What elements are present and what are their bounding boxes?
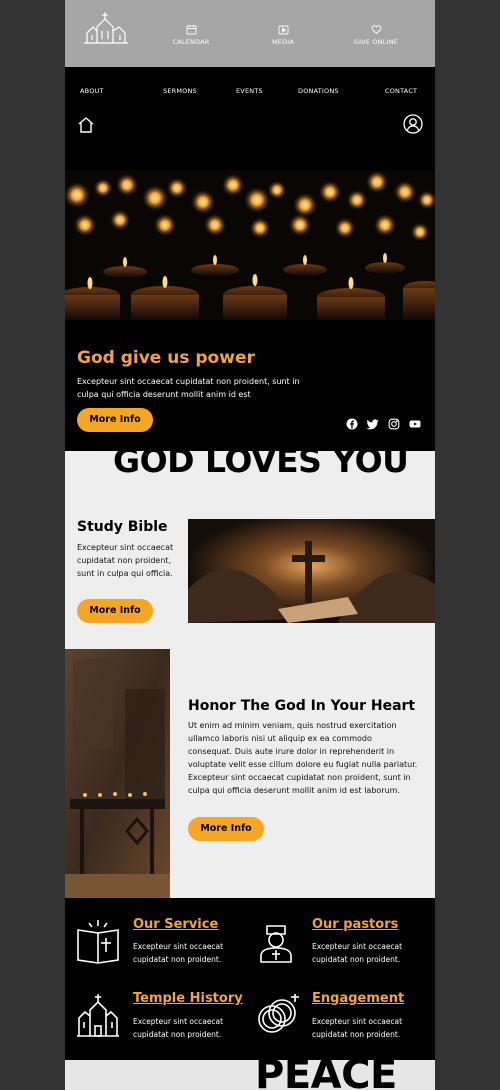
hero-more-info-button[interactable]: More Info — [77, 408, 153, 432]
home-icon[interactable] — [77, 116, 95, 134]
instagram-icon[interactable] — [388, 418, 400, 430]
nav-donations[interactable]: DONATIONS — [298, 87, 339, 95]
facebook-icon[interactable] — [346, 418, 358, 430]
topnav-calendar-label: CALENDAR — [172, 38, 210, 46]
peace-heading: PEACE — [255, 1052, 397, 1090]
slogan-heading: GOD LOVES YOU — [113, 441, 409, 480]
user-account-icon[interactable] — [403, 114, 423, 134]
feature-engagement-link[interactable]: Engagement — [312, 991, 404, 1006]
church-interior-image — [65, 649, 170, 898]
calendar-icon — [186, 25, 196, 35]
youtube-icon[interactable] — [409, 418, 421, 430]
feature-temple-history-link[interactable]: Temple History — [133, 991, 243, 1006]
hero-text: Excepteur sint occaecat cupidatat non pr… — [77, 377, 300, 399]
feature-our-pastors-link[interactable]: Our pastors — [312, 917, 398, 932]
topnav-give-online[interactable]: GIVE ONLINE — [336, 24, 416, 46]
media-play-icon — [278, 25, 288, 35]
nav-contact[interactable]: CONTACT — [385, 87, 417, 95]
topnav-media[interactable]: MEDIA — [243, 24, 323, 46]
honor-more-info-button[interactable]: More Info — [188, 817, 264, 841]
rings-icon — [258, 994, 299, 1033]
twitter-icon[interactable] — [367, 418, 379, 430]
nav-events[interactable]: EVENTS — [236, 87, 263, 95]
feature-temple-history-text: Excepteur sint occaecat cupidatat non pr… — [133, 1017, 224, 1039]
feature-our-service-text: Excepteur sint occaecat cupidatat non pr… — [133, 942, 224, 964]
nav-sermons[interactable]: SERMONS — [163, 87, 197, 95]
bible-icon — [77, 920, 119, 964]
temple-icon — [77, 994, 119, 1037]
topnav-calendar[interactable]: CALENDAR — [151, 24, 231, 46]
cross-hands-image — [188, 519, 435, 623]
candles-image — [65, 170, 435, 320]
feature-our-pastors-text: Excepteur sint occaecat cupidatat non pr… — [312, 942, 403, 964]
top-bar: CALENDAR MEDIA GIVE ONLINE — [65, 0, 435, 67]
study-bible-text: Excepteur sint occaecat cupidatat non pr… — [77, 543, 174, 578]
topnav-media-label: MEDIA — [271, 38, 295, 46]
nav-about[interactable]: ABOUT — [80, 87, 104, 95]
topnav-give-online-label: GIVE ONLINE — [353, 38, 399, 46]
pastor-icon — [260, 925, 292, 963]
feature-our-service-link[interactable]: Our Service — [133, 917, 218, 932]
church-logo[interactable] — [83, 11, 129, 45]
feature-engagement-text: Excepteur sint occaecat cupidatat non pr… — [312, 1017, 403, 1039]
main-nav: ABOUT SERMONS EVENTS DONATIONS CONTACT — [65, 67, 435, 115]
honor-title: Honor The God In Your Heart — [188, 698, 416, 714]
study-more-info-button[interactable]: More Info — [77, 599, 153, 623]
email-page: CALENDAR MEDIA GIVE ONLINE ABOUT SERMONS… — [65, 0, 435, 1090]
honor-text: Ut enim ad minim veniam, quis nostrud ex… — [188, 721, 418, 795]
hero-title: God give us power — [77, 348, 255, 368]
study-bible-title: Study Bible — [77, 519, 168, 535]
hero-banner: God give us power Excepteur sint occaeca… — [65, 140, 435, 451]
heart-icon — [371, 25, 381, 35]
